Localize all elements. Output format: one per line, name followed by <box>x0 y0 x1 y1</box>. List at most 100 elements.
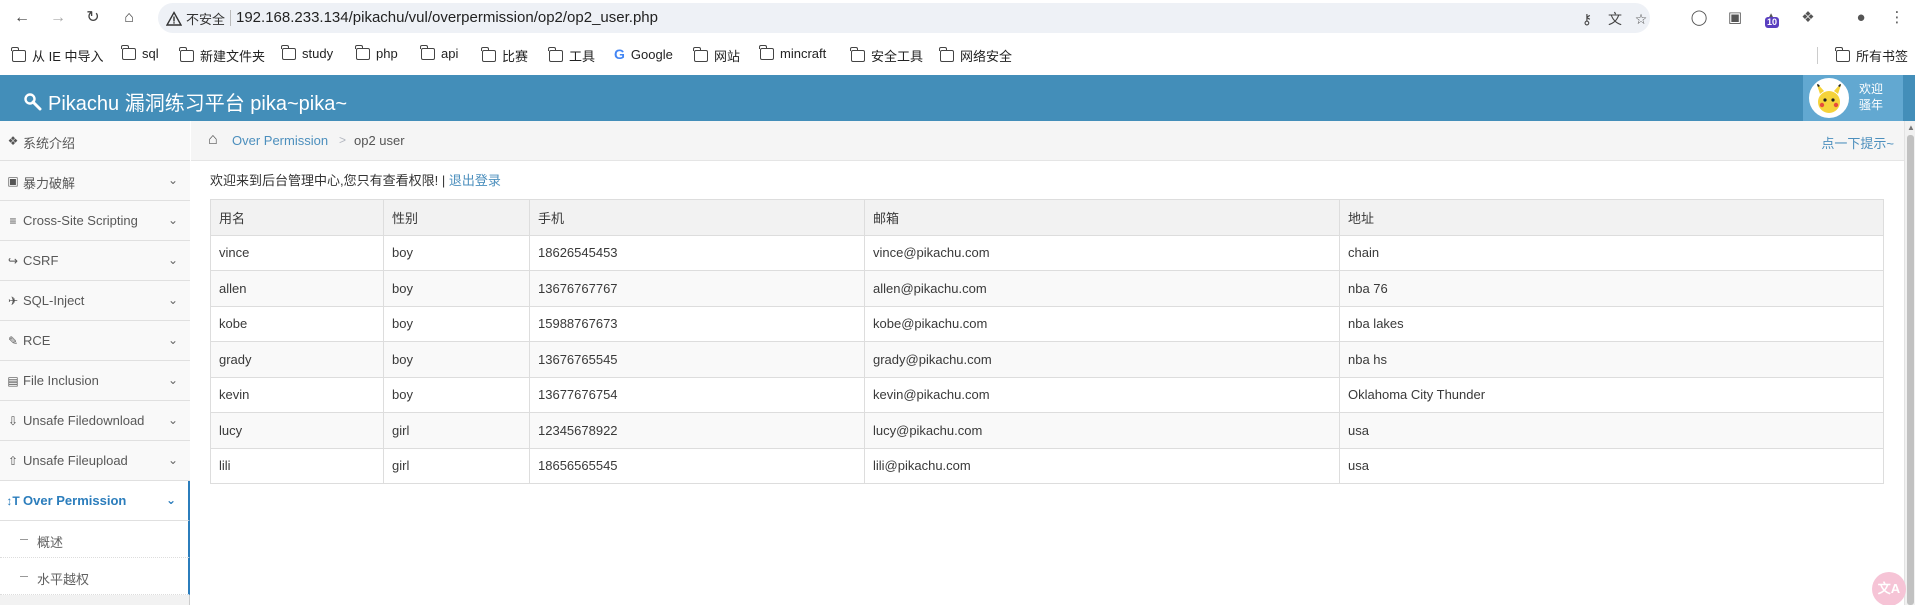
back-arrow-icon[interactable]: ← <box>10 6 34 30</box>
file-icon: ▤ <box>7 374 19 388</box>
key-icon[interactable]: ⚷ <box>1578 10 1596 28</box>
folder-icon <box>759 44 774 60</box>
table-row: kobe boy 15988767673 kobe@pikachu.com nb… <box>210 305 1884 342</box>
column-header: 手机 <box>529 199 865 236</box>
sidebar-item-over-permission[interactable]: ↕T Over Permission ⌄ <box>0 481 190 521</box>
home-icon[interactable]: ⌂ <box>117 6 141 30</box>
sidebar-item-unsafe-fileupload[interactable]: ⇧ Unsafe Fileupload ⌄ <box>0 441 190 481</box>
sidebar-item-intro[interactable]: ❖ 系统介绍 <box>0 121 190 161</box>
sidebar-item-file-inclusion[interactable]: ▤ File Inclusion ⌄ <box>0 361 190 401</box>
chevron-down-icon: ⌄ <box>167 173 178 187</box>
table-cell: boy <box>383 270 530 307</box>
bookmark-label: mincraft <box>780 46 827 61</box>
bookmark-item[interactable]: 安全工具 <box>850 46 923 65</box>
table-cell: vince@pikachu.com <box>864 234 1340 271</box>
folder-icon <box>355 44 370 60</box>
chevron-right-icon: > <box>339 133 347 147</box>
table-cell: lili@pikachu.com <box>864 447 1340 484</box>
table-cell: usa <box>1339 447 1884 484</box>
table-cell: 18626545453 <box>529 234 865 271</box>
column-header: 邮箱 <box>864 199 1340 236</box>
sidebar-subitem-horizontal[interactable]: 水平越权 <box>0 558 190 595</box>
profile-icon[interactable]: ● <box>1851 8 1871 28</box>
bookmark-item[interactable]: G Google <box>614 46 673 62</box>
forward-arrow-icon[interactable]: → <box>46 6 70 30</box>
breadcrumb: ⌂ Over Permission > op2 user 点一下提示~ <box>191 121 1904 161</box>
sidebar-item-csrf[interactable]: ↪ CSRF ⌄ <box>0 241 190 281</box>
bookmark-item[interactable]: mincraft <box>759 44 827 61</box>
browser-toolbar: ← → ↻ ⌂ 不安全 192.168.233.134/pikachu/vul/… <box>0 0 1915 35</box>
bookmark-item[interactable]: 从 IE 中导入 <box>11 46 104 65</box>
folder-icon <box>281 44 296 60</box>
folder-icon <box>939 46 954 62</box>
bookmark-item[interactable]: study <box>281 44 334 61</box>
translate-fab-icon[interactable]: 文A <box>1872 572 1906 605</box>
user-menu[interactable]: 欢迎 骚年 <box>1803 75 1903 121</box>
sidebar-item-label: Cross-Site Scripting <box>23 213 138 228</box>
sidebar-item-brute-force[interactable]: ▣ 暴力破解 ⌄ <box>0 161 190 201</box>
scrollbar-thumb[interactable] <box>1907 135 1914 605</box>
bookmark-item[interactable]: 新建文件夹 <box>179 46 265 65</box>
reload-icon[interactable]: ↻ <box>81 6 105 30</box>
user-welcome: 欢迎 骚年 <box>1859 81 1899 113</box>
address-bar[interactable]: 不安全 192.168.233.134/pikachu/vul/overperm… <box>158 3 1650 33</box>
translate-icon[interactable]: 文 <box>1606 10 1624 28</box>
avatar <box>1809 78 1849 118</box>
pencil-icon: ✎ <box>7 334 19 348</box>
scroll-up-icon[interactable]: ▲ <box>1907 123 1915 132</box>
breadcrumb-link[interactable]: Over Permission <box>232 133 328 148</box>
bookmark-label: 网站 <box>714 49 741 64</box>
table-row: vince boy 18626545453 vince@pikachu.com … <box>210 234 1884 271</box>
chevron-down-icon: ⌄ <box>167 253 178 267</box>
sidebar-item-sql-inject[interactable]: ✈ SQL-Inject ⌄ <box>0 281 190 321</box>
column-header: 性别 <box>383 199 530 236</box>
sidebar-subitem-overview[interactable]: 概述 <box>0 521 190 558</box>
download-icon: ⇩ <box>7 414 19 428</box>
bookmark-item[interactable]: sql <box>121 44 159 61</box>
logout-link[interactable]: 退出登录 <box>449 173 501 188</box>
bookmark-item[interactable]: 网站 <box>693 46 741 65</box>
menu-kebab-icon[interactable]: ⋮ <box>1887 8 1907 28</box>
bookmark-item[interactable]: api <box>420 44 458 61</box>
security-label: 不安全 <box>186 12 226 27</box>
extension-app-icon[interactable]: ▣ <box>1725 8 1745 28</box>
table-cell: 12345678922 <box>529 412 865 449</box>
sidebar-item-unsafe-filedownload[interactable]: ⇩ Unsafe Filedownload ⌄ <box>0 401 190 441</box>
table-cell: lili <box>210 447 384 484</box>
bookmark-item[interactable]: 网络安全 <box>939 46 1012 65</box>
sidebar: ❖ 系统介绍 ▣ 暴力破解 ⌄ ≡ Cross-Site Scripting ⌄… <box>0 121 190 605</box>
app-title[interactable]: Pikachu 漏洞练习平台 pika~pika~ <box>24 87 347 116</box>
hint-link[interactable]: 点一下提示~ <box>1821 133 1894 152</box>
security-indicator[interactable]: 不安全 <box>166 9 225 28</box>
sidebar-item-label: 系统介绍 <box>23 136 76 151</box>
all-bookmarks-item[interactable]: 所有书签 <box>1835 46 1908 65</box>
page-scrollbar[interactable]: ▲ <box>1904 121 1915 605</box>
column-header: 用名 <box>210 199 384 236</box>
home-icon[interactable]: ⌂ <box>208 131 226 149</box>
url-text[interactable]: 192.168.233.134/pikachu/vul/overpermissi… <box>236 9 658 26</box>
star-icon[interactable]: ☆ <box>1632 10 1650 28</box>
bookmark-label: php <box>376 46 398 61</box>
table-cell: nba lakes <box>1339 305 1884 342</box>
table-cell: 13676767767 <box>529 270 865 307</box>
chevron-down-icon: ⌄ <box>167 373 178 387</box>
welcome-text: 欢迎来到后台管理中心,您只有查看权限! <box>210 173 439 188</box>
extensions-puzzle-icon[interactable]: ❖ <box>1798 8 1818 28</box>
plane-icon: ✈ <box>7 294 19 308</box>
bookmark-label: study <box>302 46 334 61</box>
extension-badge: 10 <box>1765 17 1780 28</box>
sidebar-item-xss[interactable]: ≡ Cross-Site Scripting ⌄ <box>0 201 190 241</box>
bookmark-item[interactable]: 比赛 <box>481 46 528 65</box>
extension-circle-icon[interactable]: ◯ <box>1689 8 1709 28</box>
sidebar-item-rce[interactable]: ✎ RCE ⌄ <box>0 321 190 361</box>
bookmark-item[interactable]: php <box>355 44 398 61</box>
table-cell: 13676765545 <box>529 341 865 378</box>
chevron-down-icon: ⌄ <box>167 213 178 227</box>
table-cell: 18656565545 <box>529 447 865 484</box>
bookmark-item[interactable]: 工具 <box>548 46 595 65</box>
bookmark-label: Google <box>630 46 673 62</box>
sidebar-item-label: 暴力破解 <box>23 176 76 191</box>
table-cell: allen@pikachu.com <box>864 270 1340 307</box>
sidebar-item-label: RCE <box>23 333 51 348</box>
table-cell: allen <box>210 270 384 307</box>
